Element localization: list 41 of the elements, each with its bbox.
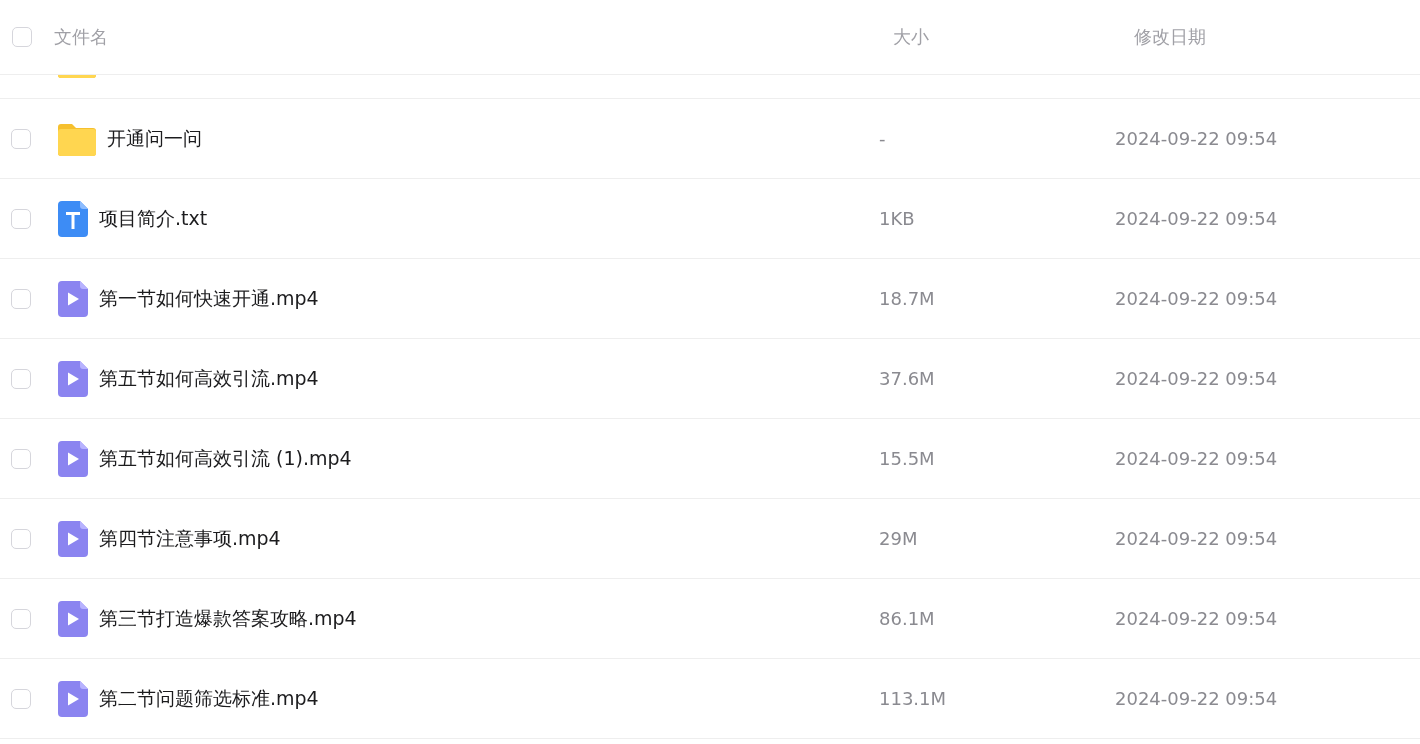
file-name[interactable]: 第五节如何高效引流 (1).mp4 bbox=[99, 445, 352, 472]
file-size: 86.1M bbox=[879, 608, 935, 629]
modified-date: 2024-09-22 09:54 bbox=[1115, 128, 1278, 149]
file-size: - bbox=[879, 128, 886, 149]
file-name[interactable]: 开通问一问 bbox=[107, 125, 202, 152]
modified-date: 2024-09-22 09:54 bbox=[1115, 208, 1278, 229]
file-name[interactable]: 项目简介.txt bbox=[99, 205, 208, 232]
modified-date: 2024-09-22 09:54 bbox=[1115, 528, 1278, 549]
file-size: 1KB bbox=[879, 208, 915, 229]
row-checkbox[interactable] bbox=[11, 128, 31, 149]
video-file-icon bbox=[58, 360, 88, 397]
file-name[interactable]: 第四节注意事项.mp4 bbox=[99, 525, 281, 552]
modified-date: 2024-09-22 09:54 bbox=[1115, 608, 1278, 629]
row-checkbox[interactable] bbox=[11, 528, 31, 549]
row-checkbox[interactable] bbox=[11, 608, 31, 629]
video-file-icon bbox=[58, 600, 88, 637]
file-size: 18.7M bbox=[879, 288, 935, 309]
video-file-icon bbox=[58, 680, 88, 717]
video-file-icon bbox=[58, 440, 88, 477]
file-name[interactable]: 第三节打造爆款答案攻略.mp4 bbox=[99, 605, 357, 632]
file-size: 29M bbox=[879, 528, 918, 549]
modified-date: 2024-09-22 09:54 bbox=[1115, 368, 1278, 389]
file-name[interactable]: 第五节如何高效引流.mp4 bbox=[99, 365, 319, 392]
file-size: 37.6M bbox=[879, 368, 935, 389]
file-size: 15.5M bbox=[879, 448, 935, 469]
row-checkbox[interactable] bbox=[11, 208, 31, 229]
video-file-icon bbox=[58, 280, 88, 317]
file-size: 113.1M bbox=[879, 688, 947, 709]
modified-date: 2024-09-22 09:54 bbox=[1115, 288, 1278, 309]
text-document-icon bbox=[58, 200, 88, 237]
select-all-checkbox[interactable] bbox=[12, 27, 32, 47]
file-name[interactable]: 第二节问题筛选标准.mp4 bbox=[99, 685, 319, 712]
video-file-icon bbox=[58, 520, 88, 557]
row-checkbox[interactable] bbox=[11, 688, 31, 709]
modified-date: 2024-09-22 09:54 bbox=[1115, 448, 1278, 469]
row-checkbox[interactable] bbox=[11, 448, 31, 469]
file-name[interactable]: 第一节如何快速开通.mp4 bbox=[99, 285, 319, 312]
folder-icon bbox=[58, 121, 96, 156]
modified-date: 2024-09-22 09:54 bbox=[1115, 688, 1278, 709]
row-checkbox[interactable] bbox=[11, 288, 31, 309]
row-checkbox[interactable] bbox=[11, 368, 31, 389]
